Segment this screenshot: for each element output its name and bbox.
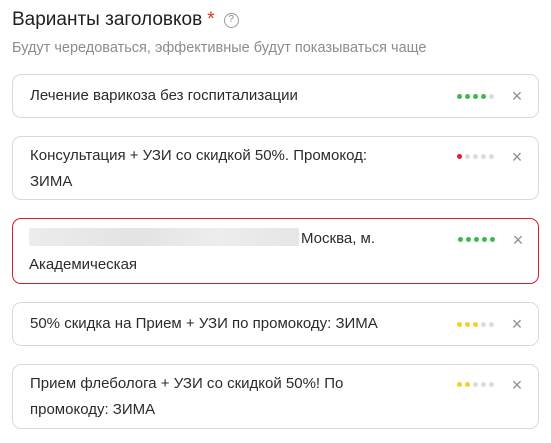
quality-dot bbox=[457, 382, 462, 387]
remove-headline-icon[interactable]: × bbox=[508, 148, 526, 166]
quality-dot bbox=[489, 154, 494, 159]
quality-indicator bbox=[458, 237, 495, 242]
quality-dot bbox=[457, 94, 462, 99]
quality-dot bbox=[489, 94, 494, 99]
quality-dot bbox=[474, 237, 479, 242]
quality-dot bbox=[489, 322, 494, 327]
headline-text[interactable]: Прием флеболога + УЗИ со скидкой 50%! По… bbox=[30, 371, 430, 423]
field-title: Варианты заголовков bbox=[12, 9, 203, 30]
help-icon[interactable]: ? bbox=[223, 13, 239, 28]
quality-dot bbox=[473, 322, 478, 327]
quality-dot bbox=[458, 237, 463, 242]
quality-dot bbox=[457, 322, 462, 327]
headline-text-line: Консультация + УЗИ со скидкой 50%. Промо… bbox=[30, 147, 368, 164]
quality-dot bbox=[473, 154, 478, 159]
quality-dot bbox=[481, 322, 486, 327]
quality-dot bbox=[489, 382, 494, 387]
headline-text-line: промокоду: ЗИМА bbox=[30, 401, 156, 418]
headline-card[interactable]: Прием флеболога + УЗИ со скидкой 50%! По… bbox=[12, 364, 539, 429]
quality-dot bbox=[481, 382, 486, 387]
headline-text[interactable]: 50% скидка на Прием + УЗИ по промокоду: … bbox=[30, 311, 430, 337]
headline-text-line: Прием флеболога + УЗИ со скидкой 50%! По bbox=[30, 375, 344, 392]
headline-text-line: ЗИМА bbox=[30, 173, 73, 190]
headline-text[interactable]: Москва, м. Академическая bbox=[29, 226, 429, 278]
field-subtitle: Будут чередоваться, эффективные будут по… bbox=[12, 40, 427, 56]
headline-card-active[interactable]: Москва, м. Академическая × bbox=[12, 218, 539, 284]
quality-dot bbox=[457, 154, 462, 159]
headline-text[interactable]: Лечение варикоза без госпитализации bbox=[30, 83, 430, 109]
quality-dot bbox=[465, 154, 470, 159]
quality-dot bbox=[473, 382, 478, 387]
remove-headline-icon[interactable]: × bbox=[508, 315, 526, 333]
headline-card[interactable]: Лечение варикоза без госпитализации × bbox=[12, 74, 539, 118]
headline-text-visible: Москва, м. bbox=[301, 230, 376, 247]
quality-dot bbox=[490, 237, 495, 242]
headline-text[interactable]: Консультация + УЗИ со скидкой 50%. Промо… bbox=[30, 143, 430, 195]
remove-headline-icon[interactable]: × bbox=[508, 376, 526, 394]
quality-indicator bbox=[457, 382, 494, 387]
headline-text-line: Академическая bbox=[29, 256, 138, 273]
field-header: Варианты заголовков * ? bbox=[12, 8, 239, 32]
quality-dot bbox=[465, 382, 470, 387]
quality-dot bbox=[465, 322, 470, 327]
redacted-text-placeholder bbox=[29, 228, 299, 246]
quality-dot bbox=[481, 154, 486, 159]
remove-headline-icon[interactable]: × bbox=[508, 87, 526, 105]
quality-dot bbox=[465, 94, 470, 99]
headline-text-line: Москва, м. bbox=[29, 226, 429, 252]
quality-dot bbox=[481, 94, 486, 99]
headline-card[interactable]: Консультация + УЗИ со скидкой 50%. Промо… bbox=[12, 136, 539, 200]
quality-indicator bbox=[457, 154, 494, 159]
remove-headline-icon[interactable]: × bbox=[509, 231, 527, 249]
required-mark: * bbox=[207, 9, 215, 30]
quality-indicator bbox=[457, 322, 494, 327]
quality-dot bbox=[473, 94, 478, 99]
headline-card[interactable]: 50% скидка на Прием + УЗИ по промокоду: … bbox=[12, 302, 539, 346]
quality-dot bbox=[482, 237, 487, 242]
quality-dot bbox=[466, 237, 471, 242]
quality-indicator bbox=[457, 94, 494, 99]
